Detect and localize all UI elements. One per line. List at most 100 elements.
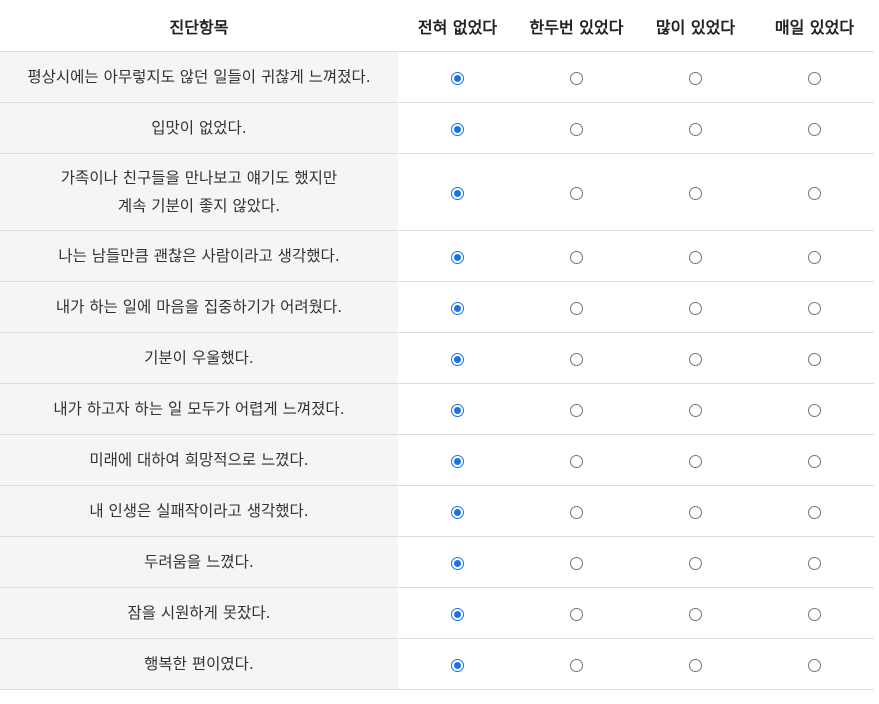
radio-once-or-twice[interactable] <box>570 505 583 519</box>
radio-never[interactable] <box>451 403 464 417</box>
answer-cell <box>517 434 636 486</box>
radio-never[interactable] <box>451 122 464 136</box>
column-header-daily: 매일 있었다 <box>755 0 874 52</box>
radio-never[interactable] <box>451 505 464 519</box>
radio-never[interactable] <box>451 454 464 468</box>
question-text-line: 행복한 편이였다. <box>144 655 254 673</box>
answer-cell <box>398 536 517 588</box>
answer-cell <box>636 434 755 486</box>
radio-never[interactable] <box>451 250 464 264</box>
answer-cell <box>398 383 517 435</box>
answer-cell <box>398 434 517 486</box>
answer-cell <box>636 153 755 231</box>
radio-often[interactable] <box>689 556 702 570</box>
answer-cell <box>636 587 755 639</box>
radio-often[interactable] <box>689 607 702 621</box>
answer-cell <box>517 102 636 154</box>
radio-daily[interactable] <box>808 454 821 468</box>
answer-cell <box>517 485 636 537</box>
radio-often[interactable] <box>689 186 702 200</box>
question-text: 입맛이 없었다. <box>0 102 398 154</box>
answer-cell <box>755 153 874 231</box>
column-header-once-or-twice: 한두번 있었다 <box>517 0 636 52</box>
radio-often[interactable] <box>689 658 702 672</box>
radio-once-or-twice[interactable] <box>570 556 583 570</box>
question-text: 행복한 편이였다. <box>0 638 398 690</box>
radio-once-or-twice[interactable] <box>570 352 583 366</box>
radio-never[interactable] <box>451 556 464 570</box>
answer-cell <box>398 485 517 537</box>
question-row: 가족이나 친구들을 만나보고 얘기도 했지만 계속 기분이 좋지 않았다. <box>0 153 874 231</box>
answer-cell <box>755 638 874 690</box>
answer-cell <box>398 281 517 333</box>
survey-body: 평상시에는 아무렇지도 않던 일들이 귀찮게 느껴졌다. 입맛이 없었다. 가족이나… <box>0 51 874 690</box>
answer-cell <box>755 587 874 639</box>
radio-once-or-twice[interactable] <box>570 454 583 468</box>
radio-daily[interactable] <box>808 71 821 85</box>
radio-daily[interactable] <box>808 658 821 672</box>
radio-daily[interactable] <box>808 403 821 417</box>
answer-cell <box>636 51 755 103</box>
answer-cell <box>755 536 874 588</box>
radio-never[interactable] <box>451 186 464 200</box>
question-row: 미래에 대하여 희망적으로 느꼈다. <box>0 434 874 486</box>
question-text-line: 잠을 시원하게 못잤다. <box>127 604 271 622</box>
answer-cell <box>517 383 636 435</box>
radio-once-or-twice[interactable] <box>570 122 583 136</box>
answer-cell <box>398 587 517 639</box>
answer-cell <box>398 51 517 103</box>
radio-often[interactable] <box>689 122 702 136</box>
radio-never[interactable] <box>451 658 464 672</box>
radio-often[interactable] <box>689 352 702 366</box>
column-header-often: 많이 있었다 <box>636 0 755 52</box>
radio-daily[interactable] <box>808 556 821 570</box>
radio-daily[interactable] <box>808 607 821 621</box>
radio-daily[interactable] <box>808 186 821 200</box>
answer-cell <box>636 536 755 588</box>
question-row: 기분이 우울했다. <box>0 332 874 384</box>
question-text: 내 인생은 실패작이라고 생각했다. <box>0 485 398 537</box>
question-row: 내 인생은 실패작이라고 생각했다. <box>0 485 874 537</box>
radio-never[interactable] <box>451 352 464 366</box>
question-text-line: 평상시에는 아무렇지도 않던 일들이 귀찮게 느껴졌다. <box>27 68 371 86</box>
radio-once-or-twice[interactable] <box>570 658 583 672</box>
radio-once-or-twice[interactable] <box>570 403 583 417</box>
answer-cell <box>755 383 874 435</box>
radio-often[interactable] <box>689 505 702 519</box>
answer-cell <box>636 638 755 690</box>
radio-often[interactable] <box>689 454 702 468</box>
radio-never[interactable] <box>451 301 464 315</box>
answer-cell <box>398 153 517 231</box>
question-text-line: 계속 기분이 좋지 않았다. <box>117 197 281 215</box>
radio-once-or-twice[interactable] <box>570 250 583 264</box>
radio-never[interactable] <box>451 71 464 85</box>
question-text-line: 두려움을 느꼈다. <box>144 553 254 571</box>
header-row: 진단항목 전혀 없었다 한두번 있었다 많이 있었다 매일 있었다 <box>0 0 874 52</box>
radio-daily[interactable] <box>808 352 821 366</box>
question-text: 내가 하는 일에 마음을 집중하기가 어려웠다. <box>0 281 398 333</box>
radio-once-or-twice[interactable] <box>570 71 583 85</box>
answer-cell <box>636 332 755 384</box>
radio-daily[interactable] <box>808 122 821 136</box>
answer-cell <box>517 536 636 588</box>
radio-often[interactable] <box>689 301 702 315</box>
answer-cell <box>755 485 874 537</box>
question-text: 내가 하고자 하는 일 모두가 어렵게 느껴졌다. <box>0 383 398 435</box>
radio-daily[interactable] <box>808 250 821 264</box>
question-row: 내가 하는 일에 마음을 집중하기가 어려웠다. <box>0 281 874 333</box>
radio-once-or-twice[interactable] <box>570 186 583 200</box>
radio-often[interactable] <box>689 403 702 417</box>
radio-daily[interactable] <box>808 505 821 519</box>
column-header-never: 전혀 없었다 <box>398 0 517 52</box>
answer-cell <box>755 51 874 103</box>
question-text: 나는 남들만큼 괜찮은 사람이라고 생각했다. <box>0 230 398 282</box>
radio-often[interactable] <box>689 250 702 264</box>
radio-once-or-twice[interactable] <box>570 301 583 315</box>
radio-often[interactable] <box>689 71 702 85</box>
radio-once-or-twice[interactable] <box>570 607 583 621</box>
radio-daily[interactable] <box>808 301 821 315</box>
question-text-line: 나는 남들만큼 괜찮은 사람이라고 생각했다. <box>58 247 340 265</box>
answer-cell <box>755 102 874 154</box>
question-text-line: 내 인생은 실패작이라고 생각했다. <box>89 502 309 520</box>
radio-never[interactable] <box>451 607 464 621</box>
